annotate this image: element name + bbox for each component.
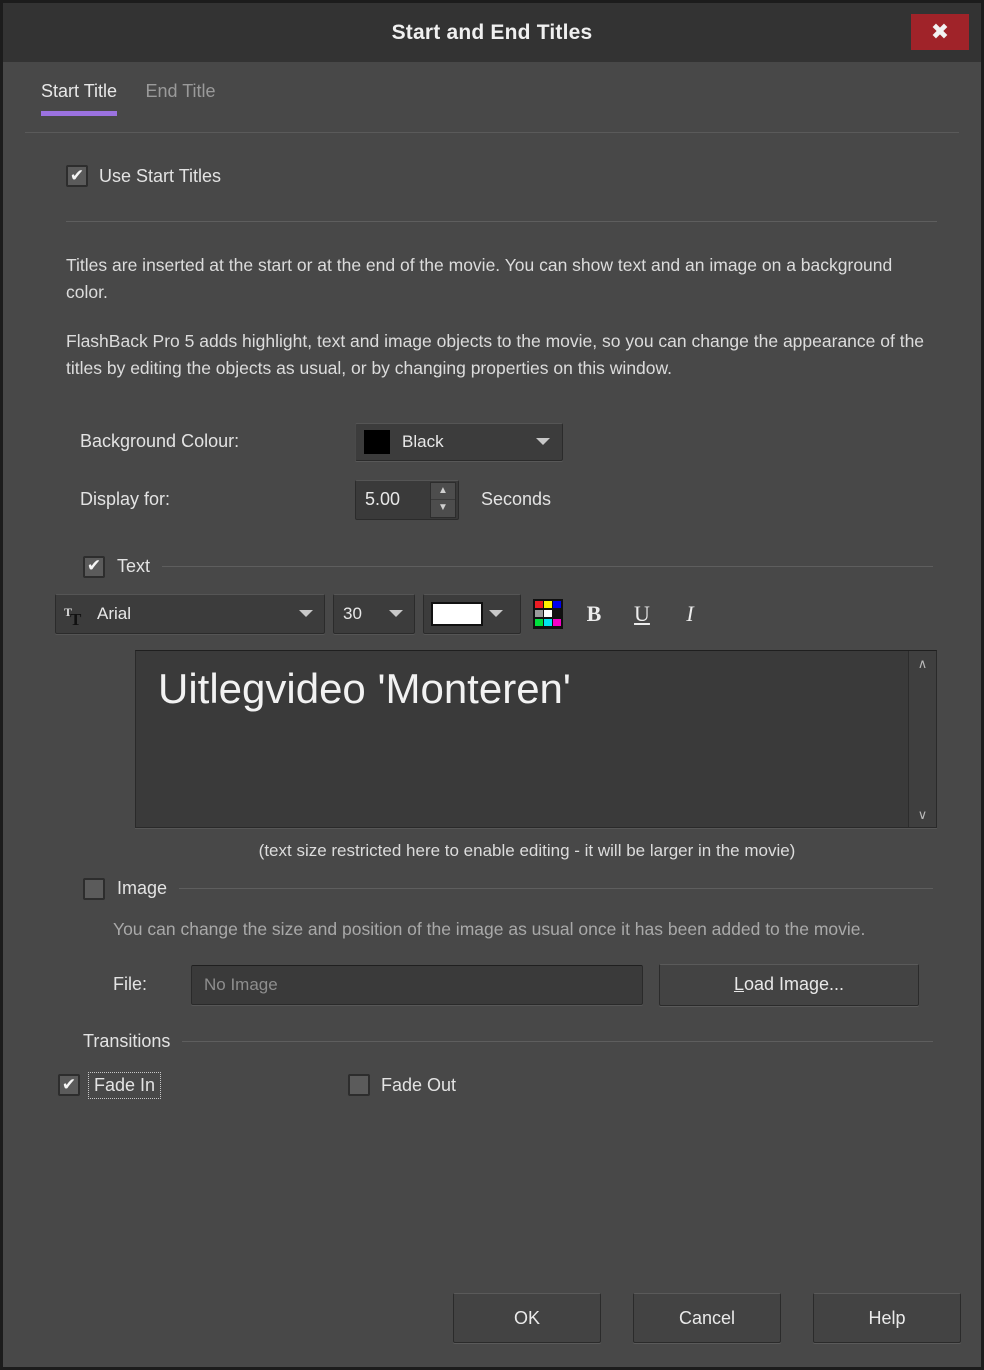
font-colour-swatch bbox=[431, 601, 483, 626]
palette-cell bbox=[544, 618, 552, 627]
font-size-dropdown[interactable]: 30 bbox=[333, 593, 415, 634]
palette-cell bbox=[553, 618, 561, 627]
fade-in-row[interactable]: ✔ Fade In bbox=[58, 1071, 348, 1099]
scroll-down-icon[interactable]: ∨ bbox=[918, 808, 928, 821]
transitions-label: Transitions bbox=[83, 1030, 171, 1051]
close-icon: ✖ bbox=[930, 19, 950, 44]
stepper-buttons[interactable]: ▲ ▼ bbox=[430, 481, 456, 518]
tab-end-title[interactable]: End Title bbox=[145, 81, 225, 112]
cancel-button[interactable]: Cancel bbox=[633, 1293, 781, 1343]
title-bar: Start and End Titles ✖ bbox=[3, 3, 981, 62]
background-colour-value: Black bbox=[402, 431, 444, 451]
load-image-label: oad Image... bbox=[743, 974, 845, 995]
check-icon: ✔ bbox=[61, 1074, 77, 1094]
display-for-label: Display for: bbox=[80, 489, 171, 509]
group-rule bbox=[162, 566, 933, 567]
svg-text:T: T bbox=[70, 610, 82, 627]
group-rule bbox=[179, 888, 933, 889]
palette-cell bbox=[535, 600, 543, 609]
close-button[interactable]: ✖ bbox=[911, 14, 969, 50]
display-for-unit: Seconds bbox=[481, 489, 552, 509]
use-start-titles-checkbox[interactable]: ✔ bbox=[66, 165, 88, 187]
fade-out-label: Fade Out bbox=[381, 1074, 457, 1095]
description-paragraph-2: FlashBack Pro 5 adds highlight, text and… bbox=[66, 331, 925, 379]
image-section-label: Image bbox=[117, 878, 168, 898]
background-colour-dropdown[interactable]: Black bbox=[355, 422, 563, 461]
use-start-titles-label: Use Start Titles bbox=[99, 165, 222, 186]
image-section-checkbox[interactable]: ✔ bbox=[83, 877, 105, 900]
section-divider bbox=[66, 221, 937, 222]
title-text-value[interactable]: Uitlegvideo 'Monteren' bbox=[136, 651, 908, 827]
palette-cell bbox=[535, 618, 543, 627]
load-image-mnemonic: L bbox=[733, 974, 744, 995]
description-paragraph-1: Titles are inserted at the start or at t… bbox=[66, 255, 893, 303]
stepper-down-icon[interactable]: ▼ bbox=[431, 500, 455, 517]
font-size-value: 30 bbox=[343, 603, 362, 623]
background-colour-label: Background Colour: bbox=[80, 431, 240, 451]
fade-out-row[interactable]: ✔ Fade Out bbox=[348, 1074, 457, 1097]
chevron-down-icon bbox=[536, 438, 550, 445]
tab-divider bbox=[25, 132, 959, 133]
use-start-titles-row[interactable]: ✔ Use Start Titles bbox=[66, 165, 959, 187]
font-toolbar: T T Arial 30 B U I bbox=[55, 593, 959, 634]
fade-in-checkbox[interactable]: ✔ bbox=[58, 1074, 80, 1097]
palette-cell bbox=[535, 609, 543, 618]
image-group-header: ✔ Image bbox=[83, 877, 939, 900]
palette-cell bbox=[544, 609, 552, 618]
italic-button[interactable]: I bbox=[673, 598, 707, 630]
fade-in-label: Fade In bbox=[94, 1074, 156, 1095]
color-palette-icon[interactable] bbox=[533, 598, 563, 629]
image-description: You can change the size and position of … bbox=[113, 918, 866, 939]
display-for-value[interactable]: 5.00 bbox=[356, 489, 430, 510]
font-family-value: Arial bbox=[97, 603, 132, 623]
help-button[interactable]: Help bbox=[813, 1293, 961, 1343]
display-for-row: Display for: 5.00 ▲ ▼ Seconds bbox=[80, 471, 959, 529]
chevron-down-icon bbox=[299, 610, 313, 617]
font-family-dropdown[interactable]: T T Arial bbox=[55, 593, 325, 634]
fade-in-focus-ring: Fade In bbox=[88, 1071, 162, 1099]
tab-bar: Start Title End Title bbox=[3, 81, 981, 133]
check-icon: ✔ bbox=[69, 165, 85, 185]
fade-out-checkbox[interactable]: ✔ bbox=[348, 1074, 370, 1097]
text-section-checkbox[interactable]: ✔ bbox=[83, 555, 105, 578]
transitions-row: ✔ Fade In ✔ Fade Out bbox=[58, 1071, 959, 1099]
underline-button[interactable]: U bbox=[625, 598, 659, 630]
title-text-editor[interactable]: Uitlegvideo 'Monteren' ∧ ∨ bbox=[135, 649, 937, 828]
chevron-down-icon bbox=[389, 610, 403, 617]
palette-cell bbox=[544, 600, 552, 609]
palette-cell bbox=[553, 609, 561, 618]
background-colour-row: Background Colour: Black bbox=[80, 413, 959, 471]
image-file-row: File: No Image Load Image... bbox=[113, 963, 937, 1006]
dialog-title: Start and End Titles bbox=[391, 20, 593, 44]
colour-swatch bbox=[364, 429, 390, 454]
file-path-input[interactable]: No Image bbox=[191, 964, 643, 1005]
dialog-body: ✔ Use Start Titles Titles are inserted a… bbox=[3, 165, 981, 1099]
scroll-up-icon[interactable]: ∧ bbox=[918, 657, 928, 670]
load-image-button[interactable]: Load Image... bbox=[659, 963, 919, 1006]
palette-cell bbox=[553, 600, 561, 609]
bold-button[interactable]: B bbox=[577, 598, 611, 630]
text-section-label: Text bbox=[117, 556, 151, 576]
description-block: Titles are inserted at the start or at t… bbox=[66, 252, 926, 383]
tab-start-title[interactable]: Start Title bbox=[41, 81, 127, 116]
font-TT-icon: T T bbox=[63, 601, 89, 627]
text-editor-scrollbar[interactable]: ∧ ∨ bbox=[908, 650, 936, 827]
dialog-footer: OK Cancel Help bbox=[3, 1293, 981, 1343]
settings-fields: Background Colour: Black Display for: 5.… bbox=[80, 413, 959, 529]
font-colour-dropdown[interactable] bbox=[423, 593, 521, 634]
dialog-window: Start and End Titles ✖ Start Title End T… bbox=[0, 0, 984, 1370]
ok-button[interactable]: OK bbox=[453, 1293, 601, 1343]
chevron-down-icon bbox=[489, 610, 503, 617]
stepper-up-icon[interactable]: ▲ bbox=[431, 483, 455, 500]
check-icon: ✔ bbox=[86, 556, 102, 575]
group-rule bbox=[182, 1040, 933, 1042]
text-group-header: ✔ Text bbox=[83, 555, 939, 578]
display-for-stepper[interactable]: 5.00 ▲ ▼ bbox=[355, 479, 459, 520]
text-size-note: (text size restricted here to enable edi… bbox=[258, 840, 796, 860]
transitions-group-header: Transitions bbox=[83, 1031, 939, 1052]
file-label: File: bbox=[113, 974, 148, 995]
